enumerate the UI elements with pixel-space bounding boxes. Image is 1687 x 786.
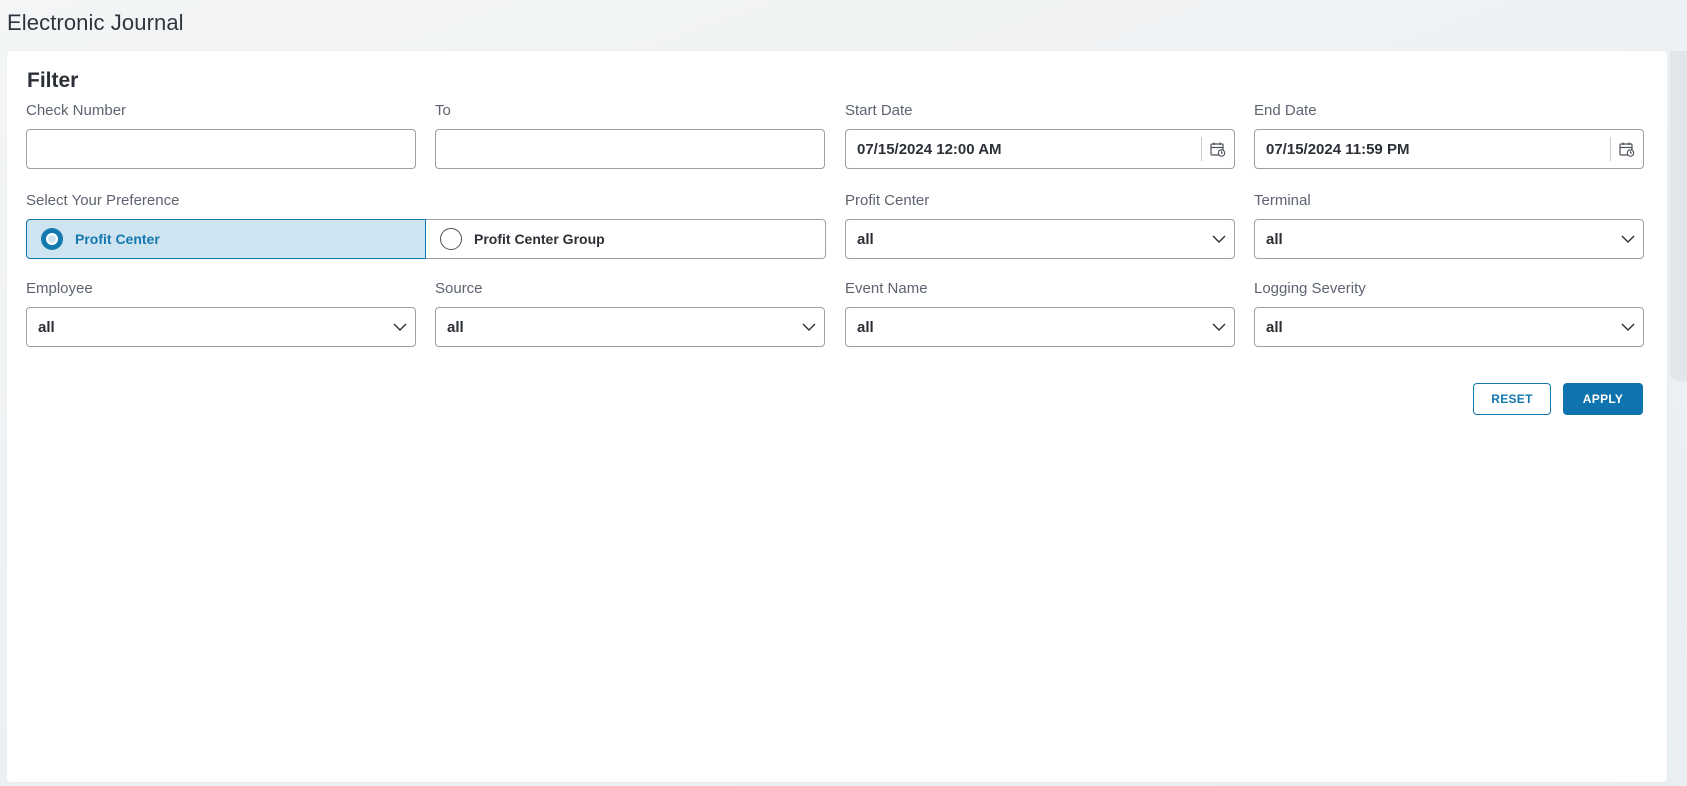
check-number-input[interactable] <box>27 130 415 168</box>
to-input[interactable] <box>436 130 824 168</box>
profit-center-select[interactable]: all <box>845 219 1235 259</box>
start-date-field: Start Date 07/15/2024 12:00 AM <box>845 101 1235 169</box>
to-label: To <box>435 102 451 119</box>
terminal-value: all <box>1266 230 1283 248</box>
terminal-field: Terminal all <box>1254 191 1644 259</box>
profit-center-value: all <box>857 230 874 248</box>
apply-button[interactable]: APPLY <box>1563 383 1643 415</box>
reset-button[interactable]: RESET <box>1473 383 1551 415</box>
chevron-down-icon <box>1613 308 1643 346</box>
start-date-value: 07/15/2024 12:00 AM <box>857 140 1002 158</box>
preference-option-label: Profit Center <box>75 231 160 247</box>
preference-option-profit-center-group[interactable]: Profit Center Group <box>426 219 826 259</box>
employee-label: Employee <box>26 280 93 297</box>
preference-option-profit-center[interactable]: Profit Center <box>26 219 426 259</box>
employee-field: Employee all <box>26 279 416 347</box>
employee-select[interactable]: all <box>26 307 416 347</box>
start-date-label: Start Date <box>845 102 913 119</box>
preference-toggle-group: Profit Center Profit Center Group <box>26 219 826 259</box>
chevron-down-icon <box>1204 220 1234 258</box>
event-name-label: Event Name <box>845 280 928 297</box>
source-field: Source all <box>435 279 825 347</box>
preference-option-label: Profit Center Group <box>474 231 605 247</box>
logging-severity-select[interactable]: all <box>1254 307 1644 347</box>
end-date-value: 07/15/2024 11:59 PM <box>1266 140 1410 158</box>
event-name-select[interactable]: all <box>845 307 1235 347</box>
to-field: To <box>435 101 825 169</box>
preference-field: Select Your Preference Profit Center Pro… <box>26 191 826 259</box>
event-name-value: all <box>857 318 874 336</box>
calendar-icon[interactable] <box>1202 130 1234 168</box>
to-input-box <box>435 129 825 169</box>
profit-center-label: Profit Center <box>845 192 930 209</box>
scrollbar[interactable] <box>1670 51 1687 381</box>
end-date-input[interactable]: 07/15/2024 11:59 PM <box>1254 129 1644 169</box>
terminal-label: Terminal <box>1254 192 1311 209</box>
logging-severity-value: all <box>1266 318 1283 336</box>
filter-panel: Filter Check Number To Start Date 07/15/… <box>7 51 1667 782</box>
end-date-label: End Date <box>1254 102 1317 119</box>
source-value: all <box>447 318 464 336</box>
radio-unselected-icon <box>440 228 462 250</box>
logging-severity-label: Logging Severity <box>1254 280 1366 297</box>
end-date-field: End Date 07/15/2024 11:59 PM <box>1254 101 1644 169</box>
profit-center-field: Profit Center all <box>845 191 1235 259</box>
filter-title: Filter <box>27 69 79 92</box>
source-label: Source <box>435 280 483 297</box>
chevron-down-icon <box>1613 220 1643 258</box>
chevron-down-icon <box>385 308 415 346</box>
check-number-input-box <box>26 129 416 169</box>
chevron-down-icon <box>1204 308 1234 346</box>
preference-label: Select Your Preference <box>26 192 180 209</box>
check-number-field: Check Number <box>26 101 416 169</box>
employee-value: all <box>38 318 55 336</box>
page-title: Electronic Journal <box>7 10 184 35</box>
event-name-field: Event Name all <box>845 279 1235 347</box>
start-date-input[interactable]: 07/15/2024 12:00 AM <box>845 129 1235 169</box>
terminal-select[interactable]: all <box>1254 219 1644 259</box>
calendar-icon[interactable] <box>1611 130 1643 168</box>
logging-severity-field: Logging Severity all <box>1254 279 1644 347</box>
radio-selected-icon <box>41 228 63 250</box>
source-select[interactable]: all <box>435 307 825 347</box>
chevron-down-icon <box>794 308 824 346</box>
check-number-label: Check Number <box>26 102 127 119</box>
